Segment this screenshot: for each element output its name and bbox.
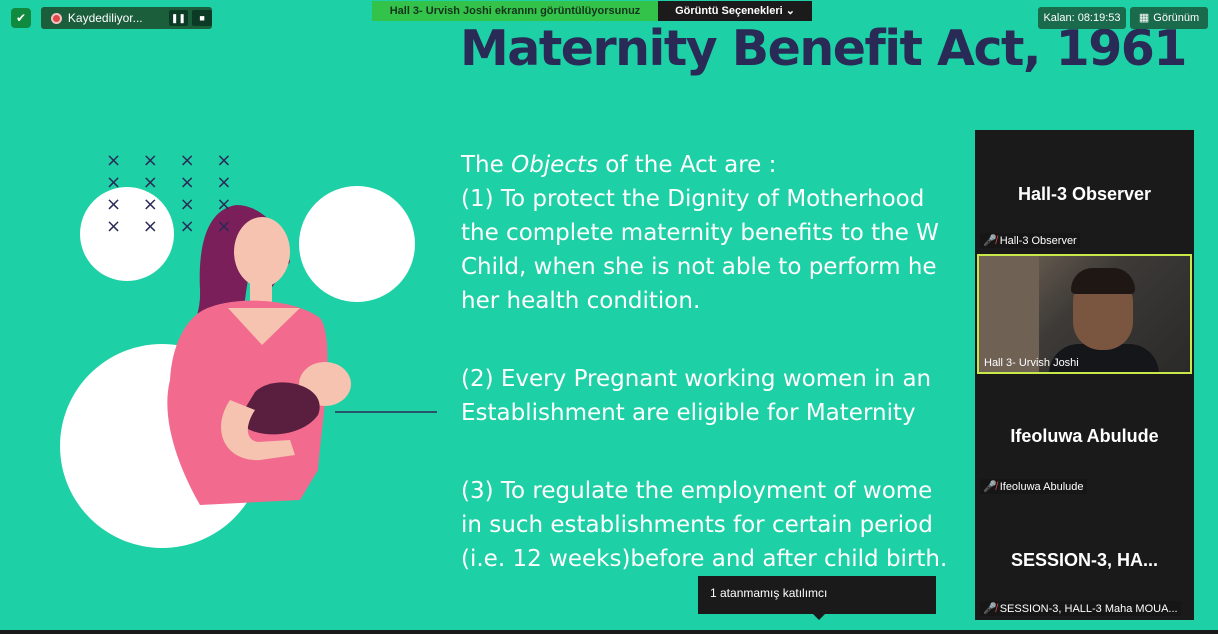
remaining-time: Kalan: 08:19:53 xyxy=(1038,7,1126,29)
slide-line: (3) To regulate the employment of wome xyxy=(461,478,933,504)
slide-line: (2) Every Pregnant working women in an xyxy=(461,366,932,392)
grid-icon: ▦ xyxy=(1138,12,1150,24)
slide-line: (1) To protect the Dignity of Motherhood xyxy=(461,186,925,212)
pause-recording-button[interactable]: ❚❚ xyxy=(168,10,189,26)
decorative-x-marks: × × × × × × × × × × × × × × × × xyxy=(106,150,240,237)
slide-line: the complete maternity benefits to the W xyxy=(461,220,939,246)
participant-name-label: 🎤̸ Hall-3 Observer xyxy=(980,233,1080,248)
stop-recording-button[interactable]: ■ xyxy=(192,10,212,26)
recording-indicator: Kaydediliyor... ❚❚ ■ xyxy=(41,7,212,29)
security-shield-icon[interactable]: ✔ xyxy=(11,8,31,28)
participant-display-name: SESSION-3, HA... xyxy=(1010,550,1159,570)
participant-name-label: 🎤̸ Ifeoluwa Abulude xyxy=(980,479,1087,494)
view-options-button[interactable]: Görüntü Seçenekleri ⌄ xyxy=(658,1,812,21)
slide-line: her health condition. xyxy=(461,288,701,314)
tooltip-arrow xyxy=(812,613,826,620)
slide-body: The Objects of the Act are : (1) To prot… xyxy=(461,148,1021,576)
mic-muted-icon: 🎤̸ xyxy=(983,603,997,615)
recording-dot-icon xyxy=(51,12,62,24)
bottom-edge xyxy=(0,630,1218,634)
participant-tile[interactable]: SESSION-3, HA... 🎤̸ SESSION-3, HALL-3 Mah… xyxy=(975,500,1194,620)
screen-share-bar: Hall 3- Urvish Joshi ekranını görüntülüy… xyxy=(372,1,812,21)
slide-line: in such establishments for certain perio… xyxy=(461,512,933,538)
view-button-label: Görünüm xyxy=(1153,12,1200,24)
participant-tile[interactable]: Ifeoluwa Abulude 🎤̸ Ifeoluwa Abulude xyxy=(975,376,1194,498)
mic-muted-icon: 🎤̸ xyxy=(983,235,997,247)
slide-line: Child, when she is not able to perform h… xyxy=(461,254,937,280)
recording-status: Kaydediliyor... xyxy=(67,11,143,25)
mic-muted-icon: 🎤̸ xyxy=(983,481,997,493)
participant-panel[interactable]: Hall-3 Observer 🎤̸ Hall-3 Observer Hall 3… xyxy=(975,130,1194,620)
illustration-graphic xyxy=(60,186,437,548)
unassigned-participant-tooltip: 1 atanmamış katılımcı xyxy=(698,576,936,614)
slide-line: Establishment are eligible for Maternity xyxy=(461,400,916,426)
mother-baby-illustration: × × × × × × × × × × × × × × × × xyxy=(0,0,460,634)
slide-line-objects: The Objects of the Act are : xyxy=(461,152,777,178)
screen-share-message: Hall 3- Urvish Joshi ekranını görüntülüy… xyxy=(372,1,658,21)
view-button[interactable]: ▦ Görünüm xyxy=(1130,7,1208,29)
participant-display-name: Ifeoluwa Abulude xyxy=(1010,426,1159,446)
active-speaker-video[interactable]: Hall 3- Urvish Joshi xyxy=(977,254,1192,374)
participant-display-name: Hall-3 Observer xyxy=(1017,184,1152,204)
slide-line: (i.e. 12 weeks)before and after child bi… xyxy=(461,546,948,572)
participant-name-label: Hall 3- Urvish Joshi xyxy=(984,357,1079,369)
participant-name-label: 🎤̸ SESSION-3, HALL-3 Maha MOUA... xyxy=(980,601,1181,616)
participant-tile[interactable]: Hall-3 Observer 🎤̸ Hall-3 Observer xyxy=(975,130,1194,252)
